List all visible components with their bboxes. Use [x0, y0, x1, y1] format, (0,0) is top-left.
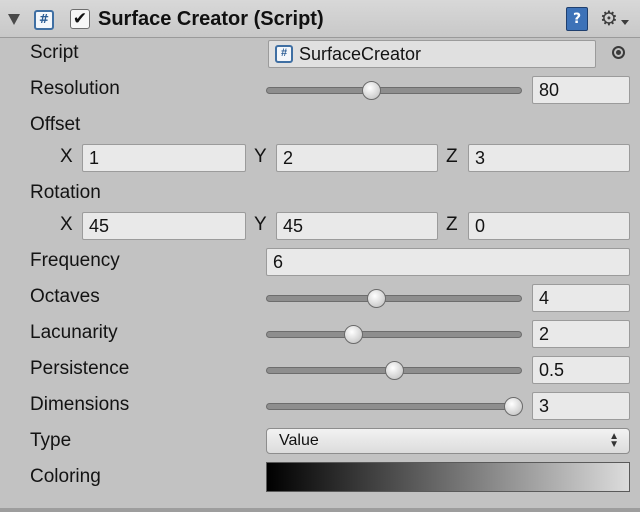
- coloring-gradient-field[interactable]: [266, 462, 630, 492]
- rotation-x-input[interactable]: 45: [82, 212, 246, 240]
- frequency-label: Frequency: [30, 250, 120, 271]
- gear-dropdown-caret-icon: [621, 20, 629, 25]
- frequency-input[interactable]: 6: [266, 248, 630, 276]
- persistence-input[interactable]: 0.5: [532, 356, 630, 384]
- octaves-slider-thumb[interactable]: [367, 289, 387, 308]
- offset-label: Offset: [30, 114, 81, 135]
- component-header: # ✔ Surface Creator (Script) ? ⚙: [0, 0, 640, 38]
- rotation-y-label: Y: [254, 214, 267, 235]
- octaves-label: Octaves: [30, 286, 100, 307]
- offset-x-input[interactable]: 1: [82, 144, 246, 172]
- resolution-slider-thumb[interactable]: [362, 81, 382, 100]
- script-object-field[interactable]: # SurfaceCreator: [268, 40, 596, 68]
- rotation-label: Rotation: [30, 182, 101, 203]
- offset-z-input[interactable]: 3: [468, 144, 630, 172]
- rotation-z-input[interactable]: 0: [468, 212, 630, 240]
- octaves-slider[interactable]: [266, 289, 522, 308]
- offset-y-label: Y: [254, 146, 267, 167]
- script-object-value: SurfaceCreator: [299, 44, 422, 64]
- lacunarity-slider-thumb[interactable]: [344, 325, 364, 344]
- panel-bottom-edge: [0, 508, 640, 512]
- resolution-input[interactable]: 80: [532, 76, 630, 104]
- type-label: Type: [30, 430, 72, 451]
- script-file-icon: #: [275, 45, 293, 63]
- object-picker-icon[interactable]: [612, 46, 625, 59]
- updown-arrow-icon: ▲ ▼: [609, 431, 619, 450]
- lacunarity-slider[interactable]: [266, 325, 522, 344]
- resolution-label: Resolution: [30, 78, 120, 99]
- type-dropdown[interactable]: Value ▲ ▼: [266, 428, 630, 454]
- enabled-checkbox[interactable]: ✔: [70, 9, 90, 29]
- persistence-label: Persistence: [30, 358, 130, 379]
- resolution-slider[interactable]: [266, 81, 522, 100]
- script-icon: #: [34, 10, 54, 30]
- offset-x-label: X: [60, 146, 73, 167]
- persistence-slider[interactable]: [266, 361, 522, 380]
- dimensions-slider-thumb[interactable]: [504, 397, 524, 416]
- persistence-slider-thumb[interactable]: [385, 361, 404, 380]
- help-book-icon[interactable]: ?: [566, 7, 588, 31]
- script-label: Script: [30, 42, 79, 63]
- offset-z-label: Z: [446, 146, 458, 167]
- coloring-label: Coloring: [30, 466, 101, 487]
- rotation-x-label: X: [60, 214, 73, 235]
- type-dropdown-value: Value: [279, 432, 319, 449]
- lacunarity-label: Lacunarity: [30, 322, 118, 343]
- component-title: Surface Creator (Script): [98, 8, 324, 30]
- rotation-z-label: Z: [446, 214, 458, 235]
- gear-icon[interactable]: ⚙: [600, 6, 618, 30]
- dimensions-input[interactable]: 3: [532, 392, 630, 420]
- rotation-y-input[interactable]: 45: [276, 212, 438, 240]
- octaves-input[interactable]: 4: [532, 284, 630, 312]
- foldout-arrow-icon[interactable]: [8, 14, 20, 25]
- lacunarity-input[interactable]: 2: [532, 320, 630, 348]
- dimensions-label: Dimensions: [30, 394, 130, 415]
- dimensions-slider[interactable]: [266, 397, 524, 416]
- offset-y-input[interactable]: 2: [276, 144, 438, 172]
